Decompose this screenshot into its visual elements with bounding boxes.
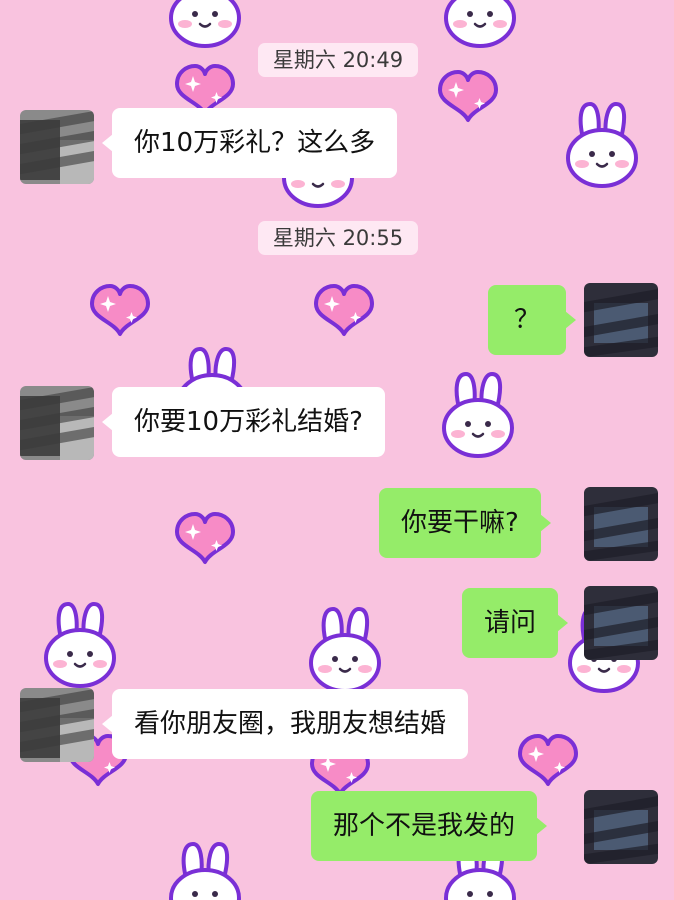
message-bubble-outgoing[interactable]: ？: [488, 285, 576, 355]
message-bubble-incoming[interactable]: 你要10万彩礼结婚?: [102, 387, 385, 457]
message-bubble-incoming[interactable]: 看你朋友圈，我朋友想结婚: [102, 689, 469, 759]
message-text: 你10万彩礼？这么多: [134, 128, 376, 158]
blurred-avatar-icon: [584, 487, 658, 561]
timestamp: 星期六 20:49: [258, 43, 418, 77]
message-text: 那个不是我发的: [333, 811, 516, 841]
message-text: 请问: [484, 608, 537, 638]
user-avatar[interactable]: [584, 586, 658, 660]
user-avatar[interactable]: [584, 790, 658, 864]
blurred-avatar-icon: [584, 586, 658, 660]
message-bubble-outgoing[interactable]: 你要干嘛?: [379, 488, 551, 558]
message-bubble-outgoing[interactable]: 那个不是我发的: [311, 791, 548, 861]
blurred-avatar-icon: [20, 386, 94, 460]
message-bubble-incoming[interactable]: 你10万彩礼？这么多: [102, 108, 398, 178]
blurred-avatar-icon: [584, 790, 658, 864]
blurred-avatar-icon: [584, 283, 658, 357]
message-text: ？: [513, 305, 540, 335]
timestamp: 星期六 20:55: [258, 221, 418, 255]
user-avatar[interactable]: [584, 283, 658, 357]
user-avatar[interactable]: [584, 487, 658, 561]
blurred-avatar-icon: [20, 688, 94, 762]
contact-avatar[interactable]: [20, 688, 94, 762]
contact-avatar[interactable]: [20, 110, 94, 184]
message-text: 你要10万彩礼结婚?: [134, 407, 363, 437]
message-bubble-outgoing[interactable]: 请问: [462, 588, 569, 658]
message-text: 你要干嘛?: [401, 508, 519, 538]
chat-area[interactable]: 星期六 20:49 你10万彩礼？这么多 星期六 20:55 ？ 你要10万彩礼…: [0, 0, 674, 900]
message-text: 看你朋友圈，我朋友想结婚: [134, 709, 447, 739]
contact-avatar[interactable]: [20, 386, 94, 460]
blurred-avatar-icon: [20, 110, 94, 184]
